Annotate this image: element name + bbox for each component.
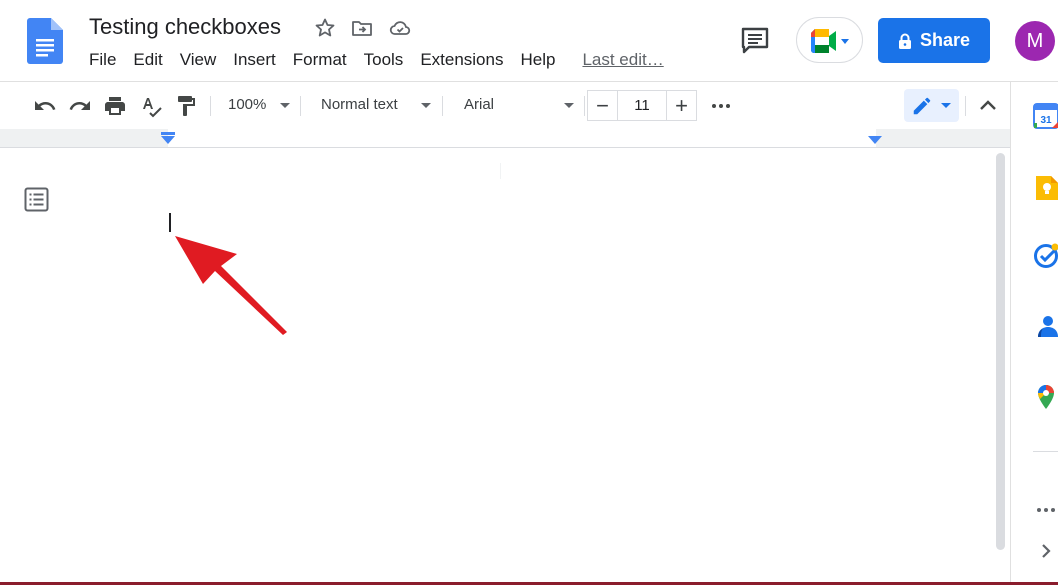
menu-view[interactable]: View — [180, 50, 217, 70]
redo-icon[interactable] — [68, 94, 92, 118]
menu-file[interactable]: File — [89, 50, 116, 70]
toolbar-divider — [300, 96, 301, 116]
menu-insert[interactable]: Insert — [233, 50, 276, 70]
font-dropdown-icon[interactable] — [564, 103, 574, 108]
left-indent-marker[interactable] — [161, 136, 175, 144]
font-select[interactable]: Arial — [464, 96, 494, 113]
expand-icon[interactable] — [1033, 538, 1058, 564]
star-icon[interactable] — [313, 16, 337, 40]
comment-history-icon[interactable] — [740, 26, 770, 54]
document-canvas[interactable] — [0, 148, 1010, 585]
toolbar-divider — [965, 96, 966, 116]
maps-icon[interactable] — [1033, 384, 1058, 410]
print-icon[interactable] — [103, 94, 127, 118]
menu-help[interactable]: Help — [520, 50, 555, 70]
page-mark — [500, 163, 501, 179]
undo-icon[interactable] — [33, 94, 57, 118]
cloud-saved-icon[interactable] — [388, 16, 412, 40]
right-indent-marker[interactable] — [868, 136, 882, 144]
menu-extensions[interactable]: Extensions — [420, 50, 503, 70]
style-dropdown-icon[interactable] — [421, 103, 431, 108]
meet-button[interactable] — [796, 17, 863, 63]
spellcheck-icon[interactable] — [139, 94, 163, 118]
increase-font-size-button[interactable]: + — [666, 90, 697, 121]
share-button[interactable]: Share — [878, 18, 990, 63]
title-bar: Testing checkboxes File Edit View Insert… — [0, 0, 1058, 82]
ruler[interactable] — [0, 129, 1010, 148]
text-cursor — [169, 213, 171, 232]
decrease-font-size-button[interactable]: − — [587, 90, 618, 121]
menu-edit[interactable]: Edit — [133, 50, 162, 70]
toolbar-divider — [584, 96, 585, 116]
menu-tools[interactable]: Tools — [364, 50, 404, 70]
ruler-content-area — [168, 129, 876, 147]
menu-bar: File Edit View Insert Format Tools Exten… — [89, 50, 664, 70]
more-options-icon[interactable] — [709, 94, 733, 118]
avatar[interactable]: M — [1015, 21, 1055, 61]
edit-mode-pencil-icon — [913, 97, 931, 115]
calendar-icon[interactable]: 31 — [1033, 103, 1058, 129]
document-outline-icon[interactable] — [24, 187, 49, 212]
more-icon[interactable] — [1033, 497, 1058, 523]
font-size-input[interactable]: 11 — [617, 90, 667, 121]
lock-icon — [898, 33, 911, 49]
keep-icon[interactable] — [1033, 175, 1058, 201]
paragraph-style-select[interactable]: Normal text — [321, 96, 398, 113]
toolbar-divider — [210, 96, 211, 116]
side-panel: 31 — [1010, 82, 1058, 585]
zoom-select[interactable]: 100% — [228, 96, 266, 113]
zoom-dropdown-icon[interactable] — [280, 103, 290, 108]
editing-mode-button[interactable] — [904, 89, 959, 122]
calendar-day-text: 31 — [1040, 115, 1052, 126]
move-to-folder-icon[interactable] — [350, 16, 374, 40]
menu-format[interactable]: Format — [293, 50, 347, 70]
docs-logo-icon[interactable] — [27, 18, 63, 64]
paint-format-icon[interactable] — [174, 94, 198, 118]
share-label: Share — [919, 30, 971, 50]
tasks-icon[interactable] — [1033, 243, 1058, 269]
annotation-arrow-icon — [175, 236, 287, 335]
last-edit-link[interactable]: Last edit… — [582, 50, 663, 70]
contacts-icon[interactable] — [1033, 313, 1058, 339]
collapse-menus-icon[interactable] — [976, 94, 1000, 118]
document-scrollbar[interactable] — [996, 153, 1005, 550]
meet-icon — [811, 29, 849, 53]
first-line-indent-marker[interactable] — [161, 132, 175, 135]
toolbar-divider — [442, 96, 443, 116]
side-panel-divider — [1033, 451, 1058, 452]
document-title[interactable]: Testing checkboxes — [89, 14, 281, 40]
toolbar: 100% Normal text Arial − 11 + — [0, 82, 1010, 129]
edit-mode-dropdown-icon — [941, 103, 951, 108]
